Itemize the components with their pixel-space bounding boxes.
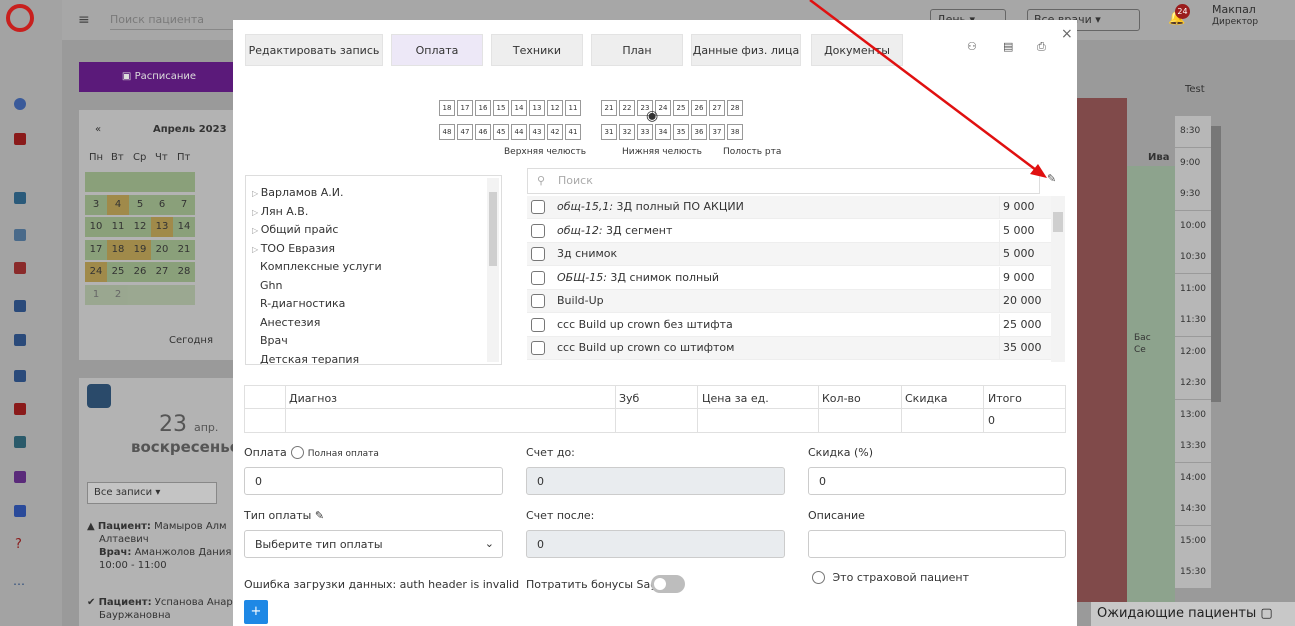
annotation-arrow — [809, 0, 1047, 178]
